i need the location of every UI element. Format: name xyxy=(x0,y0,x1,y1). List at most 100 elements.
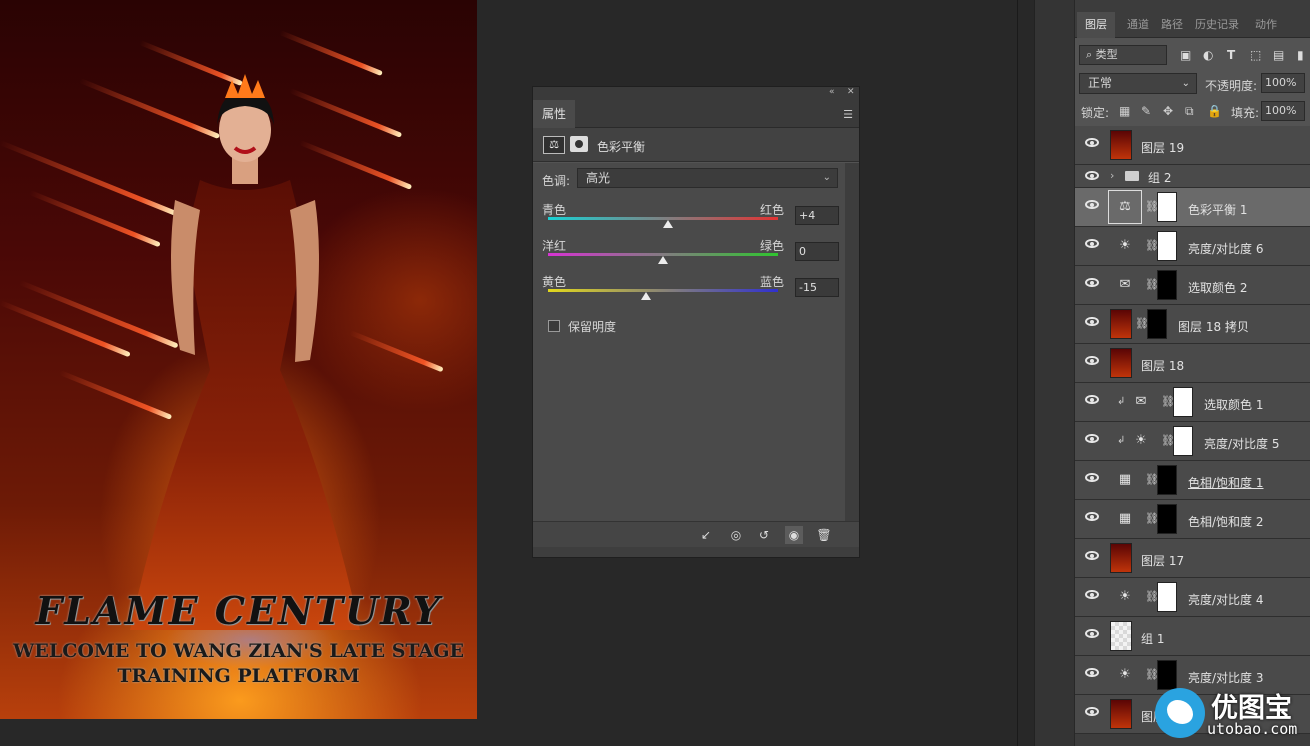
lock-image-icon[interactable]: ✎ xyxy=(1141,104,1151,118)
layer-group-row[interactable]: › 组 2 xyxy=(1075,165,1310,188)
layers-list[interactable]: 图层 19 › 组 2 ⚖ ⛓ 色彩平衡 1 ☀ ⛓ 亮度/对比度 6 ✉ ⛓ 选取颜色 2 ⛓ 图层 1… xyxy=(1075,126,1310,746)
visibility-eye-icon[interactable] xyxy=(1085,171,1099,180)
layer-row[interactable]: ↲ ☀ ⛓ 亮度/对比度 5 xyxy=(1075,422,1310,461)
visibility-eye-icon[interactable] xyxy=(1085,668,1099,677)
lock-transparent-icon[interactable]: ▦ xyxy=(1119,104,1130,118)
visibility-eye-icon[interactable] xyxy=(1085,278,1099,287)
checkbox-box[interactable] xyxy=(548,320,560,332)
layer-row[interactable]: ↲ ✉ ⛓ 选取颜色 1 xyxy=(1075,383,1310,422)
collapsed-panel-dock[interactable] xyxy=(1034,0,1074,746)
image-filter-icon[interactable]: ▣ xyxy=(1180,48,1191,62)
layer-mask-thumbnail[interactable] xyxy=(1157,231,1177,261)
reset-icon[interactable]: ↺ xyxy=(755,526,773,544)
layer-row[interactable]: 图层 19 xyxy=(1075,126,1310,165)
tab-actions[interactable]: 动作 xyxy=(1255,16,1277,32)
layer-row[interactable]: 图层 18 xyxy=(1075,344,1310,383)
layer-row[interactable]: ▦ ⛓ 色相/饱和度 1 xyxy=(1075,461,1310,500)
slider-value-field[interactable]: +4 xyxy=(795,206,839,225)
visibility-eye-icon[interactable] xyxy=(1085,200,1099,209)
lock-all-icon[interactable]: 🔒 xyxy=(1207,104,1222,118)
clip-to-layer-icon[interactable]: ↙ xyxy=(697,526,715,544)
layer-row[interactable]: ▦ ⛓ 色相/饱和度 2 xyxy=(1075,500,1310,539)
slider-thumb[interactable] xyxy=(658,256,668,264)
tab-layers[interactable]: 图层 xyxy=(1077,12,1115,38)
slider-thumb[interactable] xyxy=(662,220,673,228)
close-icon[interactable]: ✕ xyxy=(847,87,855,97)
lock-position-icon[interactable]: ✥ xyxy=(1163,104,1173,118)
layer-row[interactable]: 组 1 xyxy=(1075,617,1310,656)
expand-arrow-icon[interactable]: › xyxy=(1110,169,1114,182)
layer-row[interactable]: ⚖ ⛓ 色彩平衡 1 xyxy=(1075,188,1310,227)
layer-mask-thumbnail[interactable] xyxy=(1157,192,1177,222)
visibility-eye-icon[interactable] xyxy=(1085,356,1099,365)
layer-mask-thumbnail[interactable] xyxy=(1173,426,1193,456)
visibility-eye-icon[interactable] xyxy=(1085,317,1099,326)
layer-row[interactable]: ⛓ 图层 18 拷贝 xyxy=(1075,305,1310,344)
layer-mask-thumbnail[interactable] xyxy=(1157,465,1177,495)
visibility-eye-icon[interactable] xyxy=(1085,512,1099,521)
color-balance-icon[interactable]: ⚖ xyxy=(1108,190,1142,224)
visibility-eye-icon[interactable] xyxy=(1085,395,1099,404)
smart-object-filter-icon[interactable]: ▤ xyxy=(1273,48,1284,62)
shape-filter-icon[interactable]: ⬚ xyxy=(1250,48,1261,62)
brightness-contrast-icon[interactable]: ☀ xyxy=(1115,587,1135,607)
lock-artboard-icon[interactable]: ⧉ xyxy=(1185,104,1194,119)
hue-saturation-icon[interactable]: ▦ xyxy=(1115,509,1135,529)
slider-value-field[interactable]: 0 xyxy=(795,242,839,261)
selective-color-icon[interactable]: ✉ xyxy=(1131,392,1151,412)
visibility-eye-icon[interactable] xyxy=(1085,551,1099,560)
slider-thumb[interactable] xyxy=(640,292,651,300)
layer-mask-thumbnail[interactable] xyxy=(1173,387,1193,417)
hue-saturation-icon[interactable]: ▦ xyxy=(1115,470,1135,490)
blend-mode-select[interactable]: 正常 ⌄ xyxy=(1079,73,1197,94)
layer-row[interactable]: 图层 17 xyxy=(1075,539,1310,578)
collapse-icon[interactable]: « xyxy=(829,87,835,97)
visibility-eye-icon[interactable] xyxy=(1085,239,1099,248)
panel-titlebar[interactable]: « ✕ xyxy=(533,87,859,100)
divider xyxy=(1017,0,1018,746)
opacity-field[interactable]: 100% xyxy=(1261,73,1305,93)
color-balance-icon[interactable]: ⚖ xyxy=(543,136,565,154)
tab-history[interactable]: 历史记录 xyxy=(1195,16,1247,32)
cyan-red-slider[interactable]: 青色 红色 +4 xyxy=(542,201,839,235)
tab-properties[interactable]: 属性 xyxy=(533,100,575,128)
layer-mask-thumbnail[interactable] xyxy=(1157,504,1177,534)
visibility-eye-icon[interactable] xyxy=(1085,590,1099,599)
layer-mask-thumbnail[interactable] xyxy=(1157,270,1177,300)
trash-icon[interactable]: 🗑 xyxy=(815,526,833,544)
filter-toggle-icon[interactable]: ▮ xyxy=(1297,48,1304,62)
layer-row[interactable]: ☀ ⛓ 亮度/对比度 4 xyxy=(1075,578,1310,617)
adjustment-filter-icon[interactable]: ◐ xyxy=(1203,48,1213,62)
layer-name: 图层 18 拷贝 xyxy=(1178,320,1249,334)
layer-mask-icon[interactable] xyxy=(570,136,588,152)
slider-value-field[interactable]: -15 xyxy=(795,278,839,297)
panel-menu-icon[interactable]: ☰ xyxy=(843,108,853,121)
tone-select[interactable]: 高光 ⌄ xyxy=(577,168,838,188)
layer-filter-select[interactable]: ⌕ 类型 xyxy=(1079,45,1167,65)
tab-paths[interactable]: 路径 xyxy=(1161,16,1183,32)
layer-row[interactable]: ☀ ⛓ 亮度/对比度 6 xyxy=(1075,227,1310,266)
properties-scrollbar[interactable] xyxy=(845,163,859,527)
visibility-eye-icon[interactable] xyxy=(1085,629,1099,638)
tab-channels[interactable]: 通道 xyxy=(1127,16,1149,32)
visibility-eye-icon[interactable] xyxy=(1085,434,1099,443)
layer-mask-thumbnail[interactable] xyxy=(1157,582,1177,612)
visibility-eye-icon[interactable] xyxy=(1085,138,1099,147)
yellow-blue-slider[interactable]: 黄色 蓝色 -15 xyxy=(542,273,839,307)
layer-row[interactable]: ✉ ⛓ 选取颜色 2 xyxy=(1075,266,1310,305)
brightness-contrast-icon[interactable]: ☀ xyxy=(1131,431,1151,451)
document-canvas[interactable]: FLAME CENTURY WELCOME TO WANG ZIAN'S LAT… xyxy=(0,0,477,719)
panel-resize-grip[interactable] xyxy=(533,547,859,557)
visibility-eye-icon[interactable] xyxy=(1085,707,1099,716)
selective-color-icon[interactable]: ✉ xyxy=(1115,275,1135,295)
visibility-eye-icon[interactable]: ◉ xyxy=(785,526,803,544)
brightness-contrast-icon[interactable]: ☀ xyxy=(1115,665,1135,685)
layer-mask-thumbnail[interactable] xyxy=(1147,309,1167,339)
fill-field[interactable]: 100% xyxy=(1261,101,1305,121)
view-previous-icon[interactable]: ◎ xyxy=(727,526,745,544)
magenta-green-slider[interactable]: 洋红 绿色 0 xyxy=(542,237,839,271)
visibility-eye-icon[interactable] xyxy=(1085,473,1099,482)
type-filter-icon[interactable]: T xyxy=(1227,48,1235,62)
brightness-contrast-icon[interactable]: ☀ xyxy=(1115,236,1135,256)
slider-track[interactable] xyxy=(548,289,778,292)
